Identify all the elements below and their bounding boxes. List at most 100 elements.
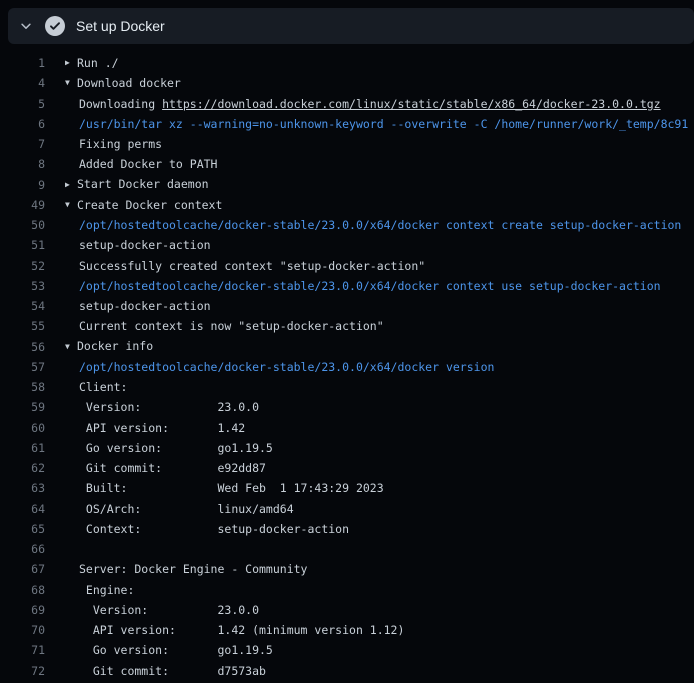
line-number[interactable]: 61	[0, 438, 45, 458]
line-number[interactable]: 7	[0, 134, 45, 154]
log-text: Built: Wed Feb 1 17:43:29 2023	[79, 481, 384, 495]
line-number[interactable]: 54	[0, 296, 45, 316]
line-number[interactable]: 59	[0, 397, 45, 417]
step-header[interactable]: Set up Docker	[8, 8, 694, 44]
log-group-row[interactable]: ▼Create Docker context	[65, 195, 222, 216]
log-line: 71 Go version: go1.19.5	[0, 640, 694, 660]
log-text: Go version: go1.19.5	[79, 643, 273, 657]
line-number[interactable]: 64	[0, 499, 45, 519]
log-group-row[interactable]: ▶Start Docker daemon	[65, 174, 209, 195]
log-line-content: Context: setup-docker-action	[65, 519, 349, 539]
log-line: 64 OS/Arch: linux/amd64	[0, 499, 694, 519]
log-line: 5 Downloading https://download.docker.com…	[0, 94, 694, 114]
group-expanded-icon[interactable]: ▼	[65, 337, 77, 357]
group-label: Create Docker context	[77, 198, 222, 212]
log-text: Fixing perms	[79, 137, 162, 151]
group-label: Start Docker daemon	[77, 177, 209, 191]
log-text: Context: setup-docker-action	[79, 522, 349, 536]
log-line: 7 Fixing perms	[0, 134, 694, 154]
log-line: 59 Version: 23.0.0	[0, 397, 694, 417]
log-text: Added Docker to PATH	[79, 157, 217, 171]
log-line: 56 ▼Docker info	[0, 337, 694, 357]
group-label: Docker info	[77, 339, 153, 353]
line-number[interactable]: 62	[0, 458, 45, 478]
log-line: 52 Successfully created context "setup-do…	[0, 256, 694, 276]
log-text: Client:	[79, 380, 127, 394]
line-number[interactable]: 4	[0, 73, 45, 93]
log-text: Engine:	[79, 583, 134, 597]
line-number[interactable]: 70	[0, 620, 45, 640]
line-number[interactable]: 6	[0, 114, 45, 134]
log-line-content: /usr/bin/tar xz --warning=no-unknown-key…	[65, 114, 688, 134]
log-line: 1 ▶Run ./	[0, 53, 694, 73]
log-text: Git commit: e92dd87	[79, 461, 266, 475]
log-line-content: Server: Docker Engine - Community	[65, 559, 307, 579]
log-line: 9 ▶Start Docker daemon	[0, 175, 694, 195]
log-line: 72 Git commit: d7573ab	[0, 661, 694, 681]
log-line: 55Current context is now "setup-docker-a…	[0, 316, 694, 336]
line-number[interactable]: 58	[0, 377, 45, 397]
log-line: 57/opt/hostedtoolcache/docker-stable/23.…	[0, 357, 694, 377]
log-text: Git commit: d7573ab	[79, 664, 266, 678]
log-line-content: setup-docker-action	[65, 296, 211, 316]
line-number[interactable]: 1	[0, 53, 45, 73]
group-collapsed-icon[interactable]: ▶	[65, 175, 77, 195]
line-number[interactable]: 50	[0, 215, 45, 235]
line-number[interactable]: 56	[0, 337, 45, 357]
log-line-content: Downloading https://download.docker.com/…	[65, 94, 661, 114]
line-number[interactable]: 52	[0, 256, 45, 276]
log-text: OS/Arch: linux/amd64	[79, 502, 294, 516]
log-text: setup-docker-action	[79, 238, 211, 252]
chevron-down-icon[interactable]	[18, 18, 34, 34]
line-number[interactable]: 71	[0, 640, 45, 660]
log-line-content: Built: Wed Feb 1 17:43:29 2023	[65, 478, 384, 498]
log-line-content: API version: 1.42 (minimum version 1.12)	[65, 620, 404, 640]
log-line-content: /opt/hostedtoolcache/docker-stable/23.0.…	[65, 276, 661, 296]
log-line: 50/opt/hostedtoolcache/docker-stable/23.…	[0, 215, 694, 235]
line-number[interactable]: 65	[0, 519, 45, 539]
log-line: 4 ▼Download docker	[0, 73, 694, 93]
line-number[interactable]: 9	[0, 175, 45, 195]
log-line-content: /opt/hostedtoolcache/docker-stable/23.0.…	[65, 357, 494, 377]
log-group-row[interactable]: ▼Download docker	[65, 73, 181, 94]
log-line: 49 ▼Create Docker context	[0, 195, 694, 215]
log-line: 54 setup-docker-action	[0, 296, 694, 316]
log-line: 61 Go version: go1.19.5	[0, 438, 694, 458]
step-title: Set up Docker	[76, 18, 165, 34]
log-line-content: Go version: go1.19.5	[65, 438, 273, 458]
log-link[interactable]: https://download.docker.com/linux/static…	[162, 97, 661, 111]
line-number[interactable]: 51	[0, 235, 45, 255]
log-command-text: /usr/bin/tar xz --warning=no-unknown-key…	[79, 117, 688, 131]
group-expanded-icon[interactable]: ▼	[65, 195, 77, 215]
line-number[interactable]: 60	[0, 418, 45, 438]
log-group-row[interactable]: ▼Docker info	[65, 336, 153, 357]
line-number[interactable]: 68	[0, 580, 45, 600]
line-number[interactable]: 72	[0, 661, 45, 681]
log-command-text: /opt/hostedtoolcache/docker-stable/23.0.…	[79, 279, 661, 293]
log-text: Downloading	[79, 97, 162, 111]
log-line: 58 Client:	[0, 377, 694, 397]
log-line: 68 Engine:	[0, 580, 694, 600]
line-number[interactable]: 55	[0, 316, 45, 336]
group-label: Run ./	[77, 56, 119, 70]
line-number[interactable]: 8	[0, 154, 45, 174]
log-text: Successfully created context "setup-dock…	[79, 259, 425, 273]
line-number[interactable]: 63	[0, 478, 45, 498]
group-expanded-icon[interactable]: ▼	[65, 73, 77, 93]
line-number[interactable]: 66	[0, 539, 45, 559]
log-line-content: setup-docker-action	[65, 235, 211, 255]
log-line-content: Added Docker to PATH	[65, 154, 217, 174]
log-text: Version: 23.0.0	[79, 603, 259, 617]
log-line: 6/usr/bin/tar xz --warning=no-unknown-ke…	[0, 114, 694, 134]
line-number[interactable]: 53	[0, 276, 45, 296]
log-line-content: OS/Arch: linux/amd64	[65, 499, 294, 519]
line-number[interactable]: 5	[0, 94, 45, 114]
log-group-row[interactable]: ▶Run ./	[65, 53, 119, 74]
line-number[interactable]: 57	[0, 357, 45, 377]
line-number[interactable]: 69	[0, 600, 45, 620]
log-line-content: Git commit: e92dd87	[65, 458, 266, 478]
group-collapsed-icon[interactable]: ▶	[65, 53, 77, 73]
log-line-content: Go version: go1.19.5	[65, 640, 273, 660]
line-number[interactable]: 67	[0, 559, 45, 579]
line-number[interactable]: 49	[0, 195, 45, 215]
